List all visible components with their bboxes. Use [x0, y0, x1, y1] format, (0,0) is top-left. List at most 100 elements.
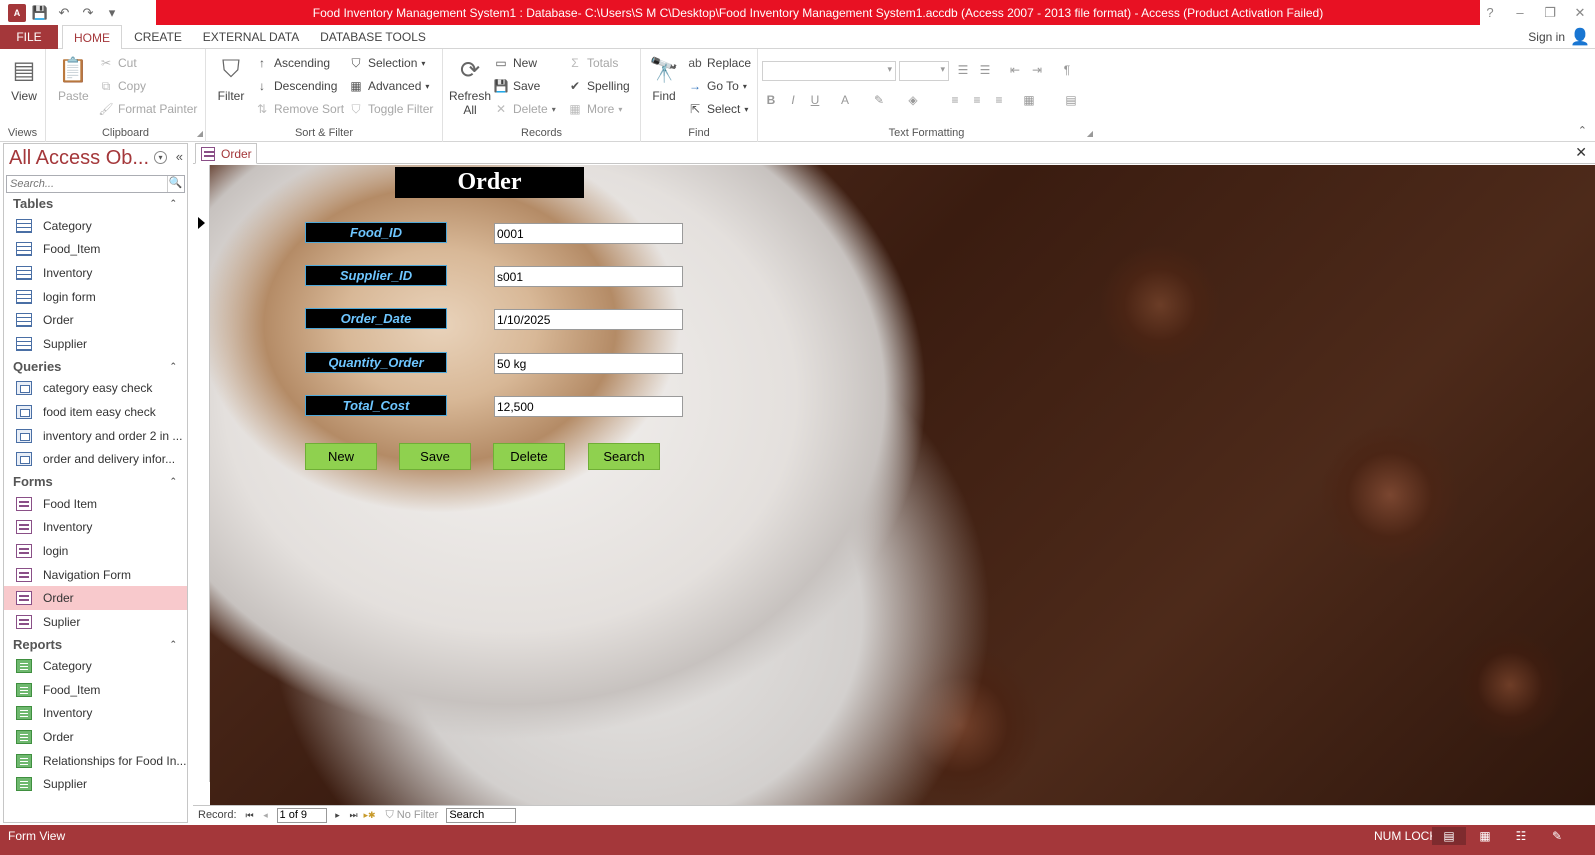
nav-category-reports[interactable]: Reports ⌃ — [4, 634, 187, 655]
last-record-icon[interactable]: ⏭ — [347, 808, 361, 822]
shutter-bar-close-icon[interactable]: « — [176, 149, 183, 164]
align-right-icon[interactable]: ≡ — [990, 91, 1008, 109]
layout-view-icon[interactable]: ☷ — [1504, 827, 1538, 845]
customize-qat-icon[interactable]: ▾ — [102, 3, 122, 23]
search-icon[interactable]: 🔍 — [167, 176, 183, 192]
nav-item-form-food-item[interactable]: Food Item — [4, 492, 187, 516]
align-center-icon[interactable]: ≡ — [968, 91, 986, 109]
no-filter-indicator[interactable]: ⛉ No Filter — [386, 809, 439, 822]
toggle-filter-button[interactable]: ⛉ Toggle Filter — [348, 99, 433, 119]
nav-item-form-order[interactable]: Order — [4, 586, 187, 610]
chevron-up-icon[interactable]: ⌃ — [169, 639, 177, 650]
nav-item-query-food-item-easy-check[interactable]: food item easy check — [4, 400, 187, 424]
nav-item-report-order[interactable]: Order — [4, 725, 187, 749]
nav-item-report-food-item[interactable]: Food_Item — [4, 678, 187, 702]
bold-button[interactable]: B — [762, 91, 780, 109]
ascending-button[interactable]: ↑ Ascending — [254, 53, 330, 73]
chevron-down-icon[interactable]: ▾ — [154, 151, 167, 164]
chevron-up-icon[interactable]: ⌃ — [169, 198, 177, 209]
undo-icon[interactable]: ↶ — [54, 3, 74, 23]
font-color-button[interactable]: A — [836, 91, 854, 109]
new-blank-record-icon[interactable]: ▸✱ — [363, 808, 377, 822]
nav-item-form-suplier[interactable]: Suplier — [4, 610, 187, 634]
gridlines-icon[interactable]: ▦ — [1020, 91, 1038, 109]
minimize-button[interactable]: – — [1505, 0, 1535, 25]
nav-item-query-category-easy-check[interactable]: category easy check — [4, 377, 187, 401]
fill-color-icon[interactable]: ◈ — [904, 91, 922, 109]
user-avatar-icon[interactable]: 👤 — [1569, 27, 1591, 47]
nav-item-report-category[interactable]: Category — [4, 655, 187, 679]
format-painter-button[interactable]: 🖌 Format Painter — [98, 99, 197, 119]
chevron-up-icon[interactable]: ⌃ — [169, 476, 177, 487]
selection-button[interactable]: ⛉ Selection ▾ — [348, 53, 425, 73]
first-record-icon[interactable]: ⏮ — [243, 808, 257, 822]
restore-button[interactable]: ❐ — [1535, 0, 1565, 25]
tab-external-data[interactable]: EXTERNAL DATA — [198, 25, 304, 49]
nav-category-forms[interactable]: Forms ⌃ — [4, 471, 187, 492]
tab-file[interactable]: FILE — [0, 25, 58, 49]
save-record-button[interactable]: 💾 Save — [493, 76, 541, 96]
nav-item-table-food-item[interactable]: Food_Item — [4, 238, 187, 262]
nav-item-table-supplier[interactable]: Supplier — [4, 332, 187, 356]
order-date-field[interactable] — [494, 309, 683, 330]
nav-category-queries[interactable]: Queries ⌃ — [4, 356, 187, 377]
paste-button[interactable]: 📋 Paste — [58, 53, 89, 104]
previous-record-icon[interactable]: ◂ — [259, 808, 273, 822]
nav-item-form-login[interactable]: login — [4, 539, 187, 563]
nav-item-table-category[interactable]: Category — [4, 214, 187, 238]
increase-indent-icon[interactable]: ⇥ — [1028, 61, 1046, 79]
bullets-icon[interactable]: ☰ — [954, 61, 972, 79]
quantity-order-field[interactable] — [494, 353, 683, 374]
copy-button[interactable]: ⧉ Copy — [98, 76, 146, 96]
refresh-all-button[interactable]: ⟳ Refresh All — [449, 53, 491, 118]
delete-record-button[interactable]: ✕ Delete ▾ — [493, 99, 556, 119]
help-button[interactable]: ? — [1475, 0, 1505, 25]
nav-item-form-inventory[interactable]: Inventory — [4, 516, 187, 540]
tab-database-tools[interactable]: DATABASE TOOLS — [316, 25, 430, 49]
current-record-box[interactable]: 1 of 9 — [276, 807, 327, 823]
select-button[interactable]: ⇱ Select ▾ — [687, 99, 748, 119]
sign-in-link[interactable]: Sign in — [1528, 25, 1565, 49]
underline-button[interactable]: U — [806, 91, 824, 109]
decrease-indent-icon[interactable]: ⇤ — [1006, 61, 1024, 79]
replace-button[interactable]: ab Replace — [687, 53, 751, 73]
nav-category-tables[interactable]: Tables ⌃ — [4, 193, 187, 214]
delete-button[interactable]: Delete — [493, 443, 565, 470]
nav-item-query-inventory-and-order-2-in[interactable]: inventory and order 2 in ... — [4, 424, 187, 448]
italic-button[interactable]: I — [784, 91, 802, 109]
alternate-row-color-icon[interactable]: ▤ — [1062, 91, 1080, 109]
save-button[interactable]: Save — [399, 443, 471, 470]
descending-button[interactable]: ↓ Descending — [254, 76, 337, 96]
chevron-up-icon[interactable]: ⌃ — [169, 361, 177, 372]
nav-item-query-order-and-delivery-infor[interactable]: order and delivery infor... — [4, 447, 187, 471]
advanced-button[interactable]: ▦ Advanced ▾ — [348, 76, 429, 96]
tab-order[interactable]: Order — [195, 143, 257, 164]
more-button[interactable]: ▦ More ▾ — [567, 99, 622, 119]
tab-home[interactable]: HOME — [62, 25, 122, 50]
form-view-icon[interactable]: ▤ — [1432, 827, 1466, 845]
nav-item-report-inventory[interactable]: Inventory — [4, 702, 187, 726]
find-button[interactable]: 🔭 Find — [649, 53, 679, 104]
new-button[interactable]: New — [305, 443, 377, 470]
filter-button[interactable]: ⛉ Filter — [216, 53, 246, 103]
numbering-icon[interactable]: ☰ — [976, 61, 994, 79]
clipboard-dialog-launcher-icon[interactable]: ◢ — [197, 129, 203, 138]
redo-icon[interactable]: ↷ — [78, 3, 98, 23]
record-search-input[interactable] — [446, 807, 517, 823]
collapse-ribbon-icon[interactable]: ⌃ — [1578, 124, 1587, 137]
nav-search-input[interactable] — [7, 176, 167, 192]
paragraph-direction-icon[interactable]: ¶ — [1058, 61, 1076, 79]
close-window-button[interactable]: ✕ — [1565, 0, 1595, 25]
next-record-icon[interactable]: ▸ — [331, 808, 345, 822]
highlight-icon[interactable]: ✎ — [870, 91, 888, 109]
nav-item-table-order[interactable]: Order — [4, 308, 187, 332]
tab-create[interactable]: CREATE — [130, 25, 186, 49]
text-formatting-dialog-launcher-icon[interactable]: ◢ — [1087, 129, 1093, 138]
remove-sort-button[interactable]: ⇅ Remove Sort — [254, 99, 344, 119]
design-view-icon[interactable]: ✎ — [1540, 827, 1574, 845]
nav-item-table-login-form[interactable]: login form — [4, 285, 187, 309]
font-size-combo[interactable] — [899, 61, 949, 81]
supplier-id-field[interactable] — [494, 266, 683, 287]
nav-item-form-navigation-form[interactable]: Navigation Form — [4, 563, 187, 587]
new-record-button[interactable]: ▭ New — [493, 53, 537, 73]
